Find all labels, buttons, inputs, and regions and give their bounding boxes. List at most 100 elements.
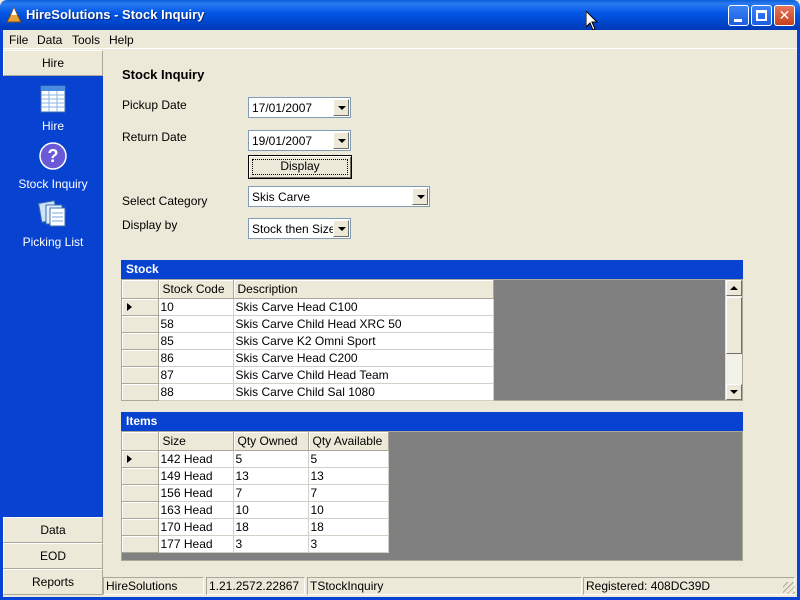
table-cell[interactable]: Skis Carve Child Sal 1080 bbox=[233, 383, 494, 401]
row-selector[interactable] bbox=[122, 349, 159, 367]
table-cell[interactable]: 163 Head bbox=[158, 501, 234, 519]
table-cell[interactable]: 7 bbox=[233, 484, 309, 502]
table-cell[interactable]: Skis Carve Child Head Team bbox=[233, 366, 494, 384]
column-header-size[interactable]: Size bbox=[158, 432, 234, 451]
table-row[interactable]: 156 Head 7 7 bbox=[122, 484, 389, 502]
pickup-date-picker[interactable]: 17/01/2007 bbox=[248, 97, 351, 118]
chevron-down-icon[interactable] bbox=[412, 188, 428, 205]
table-cell[interactable]: 10 bbox=[308, 501, 389, 519]
table-cell[interactable]: 86 bbox=[158, 349, 234, 367]
table-cell[interactable]: 58 bbox=[158, 315, 234, 333]
row-selector[interactable] bbox=[122, 501, 159, 519]
table-cell[interactable]: 10 bbox=[233, 501, 309, 519]
stock-grid[interactable]: Stock Code Description 10 Skis Carve Head… bbox=[121, 279, 743, 401]
table-cell[interactable]: Skis Carve Head C200 bbox=[233, 349, 494, 367]
maximize-button[interactable] bbox=[751, 5, 772, 26]
nav-header-data[interactable]: Data bbox=[3, 517, 103, 543]
documents-icon[interactable] bbox=[38, 199, 68, 229]
app-icon bbox=[6, 7, 22, 23]
scroll-thumb[interactable] bbox=[726, 297, 742, 354]
row-selector[interactable] bbox=[122, 484, 159, 502]
row-selector[interactable] bbox=[122, 383, 159, 401]
table-row[interactable]: 177 Head 3 3 bbox=[122, 535, 389, 553]
nav-link-stock-inquiry[interactable]: Stock Inquiry bbox=[3, 177, 103, 191]
minimize-button[interactable] bbox=[728, 5, 749, 26]
scroll-up-button[interactable] bbox=[726, 280, 742, 296]
table-row[interactable]: 170 Head 18 18 bbox=[122, 518, 389, 536]
nav-header-eod[interactable]: EOD bbox=[3, 543, 103, 569]
table-cell[interactable]: 87 bbox=[158, 366, 234, 384]
table-row[interactable]: 58 Skis Carve Child Head XRC 50 bbox=[122, 315, 494, 333]
nav-header-reports[interactable]: Reports bbox=[3, 569, 103, 595]
row-selector[interactable] bbox=[122, 450, 159, 468]
row-selector[interactable] bbox=[122, 467, 159, 485]
table-row[interactable]: 149 Head 13 13 bbox=[122, 467, 389, 485]
row-selector[interactable] bbox=[122, 332, 159, 350]
table-cell[interactable]: 3 bbox=[233, 535, 309, 553]
table-cell[interactable]: 5 bbox=[308, 450, 389, 468]
table-cell[interactable]: 13 bbox=[233, 467, 309, 485]
table-row[interactable]: 88 Skis Carve Child Sal 1080 bbox=[122, 383, 494, 401]
table-cell[interactable]: 3 bbox=[308, 535, 389, 553]
question-icon[interactable]: ? bbox=[38, 141, 68, 171]
menu-data[interactable]: Data bbox=[37, 33, 62, 47]
return-date-picker[interactable]: 19/01/2007 bbox=[248, 130, 351, 151]
column-header-qty-owned[interactable]: Qty Owned bbox=[233, 432, 309, 451]
table-row[interactable]: 87 Skis Carve Child Head Team bbox=[122, 366, 494, 384]
table-cell[interactable]: 88 bbox=[158, 383, 234, 401]
table-cell[interactable]: 7 bbox=[308, 484, 389, 502]
table-row[interactable]: 85 Skis Carve K2 Omni Sport bbox=[122, 332, 494, 350]
table-cell[interactable]: 170 Head bbox=[158, 518, 234, 536]
nav-link-hire[interactable]: Hire bbox=[3, 119, 103, 133]
display-button[interactable]: Display bbox=[248, 155, 352, 179]
nav-header-hire[interactable]: Hire bbox=[3, 50, 103, 76]
table-row[interactable]: 10 Skis Carve Head C100 bbox=[122, 298, 494, 316]
items-table: Size Qty Owned Qty Available 142 Head 5 5 1… bbox=[122, 432, 389, 553]
table-cell[interactable]: 177 Head bbox=[158, 535, 234, 553]
scroll-down-button[interactable] bbox=[726, 384, 742, 400]
column-header-description[interactable]: Description bbox=[233, 280, 494, 299]
table-row[interactable]: 86 Skis Carve Head C200 bbox=[122, 349, 494, 367]
close-button[interactable]: ✕ bbox=[774, 5, 795, 26]
row-selector[interactable] bbox=[122, 518, 159, 536]
row-selector[interactable] bbox=[122, 366, 159, 384]
chevron-down-icon[interactable] bbox=[333, 220, 349, 237]
table-cell[interactable]: 149 Head bbox=[158, 467, 234, 485]
table-cell[interactable]: 85 bbox=[158, 332, 234, 350]
table-cell[interactable]: Skis Carve Head C100 bbox=[233, 298, 494, 316]
items-grid[interactable]: Size Qty Owned Qty Available 142 Head 5 5 1… bbox=[121, 431, 743, 561]
menu-file[interactable]: File bbox=[9, 33, 28, 47]
pickup-date-label: Pickup Date bbox=[122, 98, 187, 112]
column-header-qty-available[interactable]: Qty Available bbox=[308, 432, 389, 451]
table-cell[interactable]: 10 bbox=[158, 298, 234, 316]
items-header-row: Size Qty Owned Qty Available bbox=[122, 432, 389, 451]
table-cell[interactable]: 5 bbox=[233, 450, 309, 468]
table-cell[interactable]: 142 Head bbox=[158, 450, 234, 468]
column-header-stock-code[interactable]: Stock Code bbox=[158, 280, 234, 299]
display-by-value: Stock then Size bbox=[252, 222, 336, 236]
table-cell[interactable]: 18 bbox=[233, 518, 309, 536]
table-cell[interactable]: Skis Carve K2 Omni Sport bbox=[233, 332, 494, 350]
chevron-down-icon[interactable] bbox=[333, 132, 349, 149]
row-header-corner bbox=[122, 432, 159, 451]
spreadsheet-icon[interactable] bbox=[38, 84, 68, 114]
menu-help[interactable]: Help bbox=[109, 33, 134, 47]
menu-tools[interactable]: Tools bbox=[72, 33, 100, 47]
table-cell[interactable]: 156 Head bbox=[158, 484, 234, 502]
category-select[interactable]: Skis Carve bbox=[248, 186, 430, 207]
table-cell[interactable]: 18 bbox=[308, 518, 389, 536]
table-cell[interactable]: Skis Carve Child Head XRC 50 bbox=[233, 315, 494, 333]
table-row[interactable]: 163 Head 10 10 bbox=[122, 501, 389, 519]
title-bar[interactable]: HireSolutions - Stock Inquiry ✕ bbox=[0, 0, 800, 30]
table-cell[interactable]: 13 bbox=[308, 467, 389, 485]
table-row[interactable]: 142 Head 5 5 bbox=[122, 450, 389, 468]
row-selector[interactable] bbox=[122, 298, 159, 316]
stock-vertical-scrollbar[interactable] bbox=[725, 280, 742, 400]
resize-grip-icon[interactable] bbox=[783, 582, 795, 594]
row-selector[interactable] bbox=[122, 535, 159, 553]
display-by-select[interactable]: Stock then Size bbox=[248, 218, 351, 239]
row-selector[interactable] bbox=[122, 315, 159, 333]
nav-link-picking-list[interactable]: Picking List bbox=[3, 235, 103, 249]
chevron-down-icon[interactable] bbox=[333, 99, 349, 116]
current-row-arrow-icon bbox=[127, 302, 132, 311]
